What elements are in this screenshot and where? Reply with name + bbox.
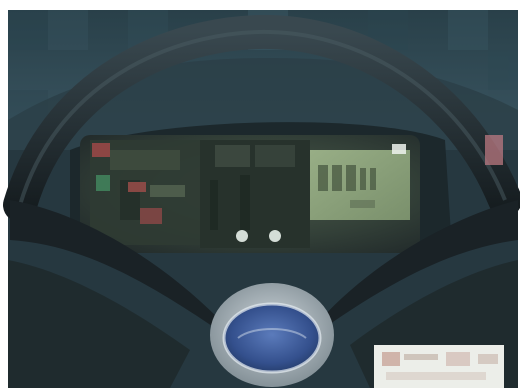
white-indicator-1 [236, 230, 248, 242]
dashboard-photo [0, 0, 520, 390]
steering-wheel-hub [210, 283, 334, 387]
lcd-display [310, 150, 410, 220]
red-indicator [128, 182, 146, 192]
photo-content [3, 10, 520, 388]
white-indicator-3 [392, 144, 406, 154]
red-warning-light [92, 143, 110, 157]
sticker-bg [374, 345, 504, 388]
pink-reflection [485, 135, 503, 165]
red-indicator-lower [140, 208, 162, 224]
sticker-bottom-right [374, 345, 504, 388]
gauge-area-center [200, 140, 310, 248]
white-indicator-2 [269, 230, 281, 242]
green-indicator [96, 175, 110, 191]
